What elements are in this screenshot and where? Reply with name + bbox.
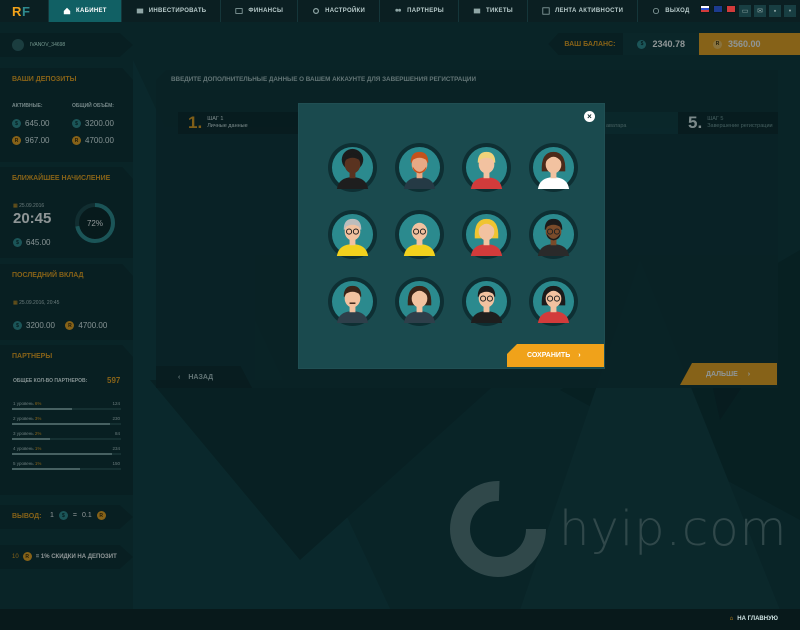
nav-label: ПАРТНЕРЫ (407, 8, 444, 14)
nav-item-finance[interactable]: ФИНАНСЫ (220, 0, 297, 22)
person-avatar-icon (331, 213, 374, 256)
nav-label: ВЫХОД (665, 8, 690, 14)
nav-item-partners[interactable]: ПАРТНЕРЫ (379, 0, 458, 22)
save-button[interactable]: СОХРАНИТЬ › (507, 344, 604, 367)
close-button[interactable]: × (584, 111, 595, 122)
nav-label: ТИКЕТЫ (485, 8, 513, 14)
nav-item-logout[interactable]: ВЫХОД (637, 0, 703, 22)
avatar-option-2[interactable] (395, 143, 444, 192)
nav-label: ФИНАНСЫ (248, 8, 284, 14)
person-avatar-icon (465, 280, 508, 323)
person-avatar-icon (331, 280, 374, 323)
nav-item-activity[interactable]: ЛЕНТА АКТИВНОСТИ (526, 0, 637, 22)
nav-item-cabinet[interactable]: КАБИНЕТ (48, 0, 121, 22)
nav-label: ИНВЕСТИРОВАТЬ (148, 8, 207, 14)
nav-label: НАСТРОЙКИ (325, 8, 366, 14)
person-avatar-icon (398, 280, 441, 323)
avatar-option-8[interactable] (529, 210, 578, 259)
home-icon: ⌂ (729, 616, 734, 622)
person-avatar-icon (331, 146, 374, 189)
footer: ⌂ НА ГЛАВНУЮ (0, 609, 800, 630)
nav-label: ЛЕНТА АКТИВНОСТИ (554, 8, 624, 14)
svg-text:F: F (22, 4, 30, 18)
person-avatar-icon (465, 146, 508, 189)
top-navigation: RF КАБИНЕТ ИНВЕСТИРОВАТЬ ФИНАНСЫ НАСТРОЙ… (0, 0, 800, 22)
person-avatar-icon (532, 280, 575, 323)
home-icon (63, 7, 71, 15)
wallet-icon (136, 8, 143, 14)
users-icon (395, 8, 402, 12)
nav-item-invest[interactable]: ИНВЕСТИРОВАТЬ (120, 0, 221, 22)
gear-icon (313, 8, 320, 14)
avatar-option-5[interactable] (328, 210, 377, 259)
uk-flag-icon[interactable] (713, 5, 723, 13)
person-avatar-icon (465, 213, 508, 256)
avatar-option-6[interactable] (395, 210, 444, 259)
avatar-picker-modal: × СОХРАНИТЬ › (299, 104, 604, 368)
avatar-option-7[interactable] (462, 210, 511, 259)
nav-item-settings[interactable]: НАСТРОЙКИ (297, 0, 379, 22)
avatar-option-9[interactable] (328, 277, 377, 326)
home-label: НА ГЛАВНУЮ (737, 616, 778, 622)
chat-icon[interactable]: ▪ (769, 5, 781, 17)
bell-icon[interactable]: • (784, 5, 796, 17)
card-icon (235, 8, 244, 14)
avatar-option-1[interactable] (328, 143, 377, 192)
person-avatar-icon (398, 146, 441, 189)
ru-flag-icon[interactable] (700, 5, 710, 13)
logo[interactable]: RF (0, 0, 48, 22)
person-avatar-icon (532, 213, 575, 256)
avatar-option-10[interactable] (395, 277, 444, 326)
cn-flag-icon[interactable] (726, 5, 736, 13)
avatar-grid (328, 143, 578, 326)
power-icon (653, 7, 660, 15)
avatar-option-3[interactable] (462, 143, 511, 192)
save-label: СОХРАНИТЬ (527, 352, 571, 359)
person-avatar-icon (398, 213, 441, 256)
mail-icon[interactable]: ✉ (754, 5, 766, 17)
nav-item-tickets[interactable]: ТИКЕТЫ (457, 0, 527, 22)
feed-icon (542, 7, 550, 15)
home-link[interactable]: ⌂ НА ГЛАВНУЮ (730, 616, 778, 622)
avatar-option-4[interactable] (529, 143, 578, 192)
person-avatar-icon (532, 146, 575, 189)
tv-icon[interactable]: ▭ (739, 5, 751, 17)
avatar-option-12[interactable] (529, 277, 578, 326)
svg-text:R: R (12, 4, 22, 18)
nav-label: КАБИНЕТ (76, 8, 107, 14)
ticket-icon (473, 8, 481, 14)
chevron-right-icon: › (578, 352, 581, 359)
language-switcher: ▭ ✉ ▪ • (700, 5, 796, 17)
avatar-option-11[interactable] (462, 277, 511, 326)
